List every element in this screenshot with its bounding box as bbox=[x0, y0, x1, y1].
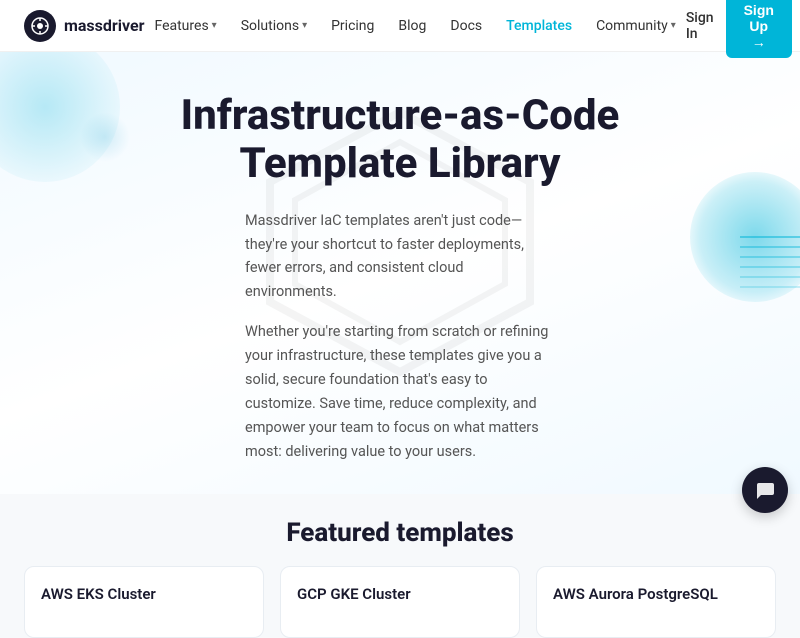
hero-description-2: Whether you're starting from scratch or … bbox=[245, 320, 555, 464]
nav-features[interactable]: Features ▾ bbox=[144, 12, 226, 40]
navbar: massdriver Features ▾ Solutions ▾ Pricin… bbox=[0, 0, 800, 52]
chat-button[interactable] bbox=[742, 467, 788, 513]
hero-title: Infrastructure-as-Code Template Library bbox=[140, 92, 660, 189]
chevron-down-icon: ▾ bbox=[212, 20, 217, 31]
template-card-eks[interactable]: AWS EKS Cluster bbox=[24, 566, 264, 638]
template-card-gke[interactable]: GCP GKE Cluster bbox=[280, 566, 520, 638]
hero-description-1: Massdriver IaC templates aren't just cod… bbox=[245, 209, 555, 305]
brand-name: massdriver bbox=[64, 16, 144, 35]
featured-section: Featured templates AWS EKS Cluster GCP G… bbox=[0, 494, 800, 638]
brand-logo[interactable]: massdriver bbox=[24, 10, 144, 42]
chevron-down-icon: ▾ bbox=[302, 20, 307, 31]
nav-solutions[interactable]: Solutions ▾ bbox=[231, 12, 317, 40]
signup-button[interactable]: Sign Up → bbox=[726, 0, 792, 58]
decorative-lines-right bbox=[730, 232, 800, 292]
nav-links: Features ▾ Solutions ▾ Pricing Blog Docs… bbox=[144, 12, 685, 40]
nav-community[interactable]: Community ▾ bbox=[586, 12, 686, 40]
hero-section: Infrastructure-as-Code Template Library … bbox=[0, 52, 800, 494]
chevron-down-icon: ▾ bbox=[671, 20, 676, 31]
signin-button[interactable]: Sign In bbox=[686, 10, 714, 42]
featured-title: Featured templates bbox=[24, 518, 776, 548]
nav-templates[interactable]: Templates bbox=[496, 12, 582, 40]
template-cards: AWS EKS Cluster GCP GKE Cluster AWS Auro… bbox=[24, 566, 776, 638]
decorative-blob-left-small bbox=[80, 112, 130, 162]
nav-actions: Sign In Sign Up → bbox=[686, 0, 792, 58]
nav-blog[interactable]: Blog bbox=[388, 12, 436, 40]
nav-docs[interactable]: Docs bbox=[440, 12, 492, 40]
nav-pricing[interactable]: Pricing bbox=[321, 12, 384, 40]
template-card-aurora[interactable]: AWS Aurora PostgreSQL bbox=[536, 566, 776, 638]
logo-icon bbox=[24, 10, 56, 42]
